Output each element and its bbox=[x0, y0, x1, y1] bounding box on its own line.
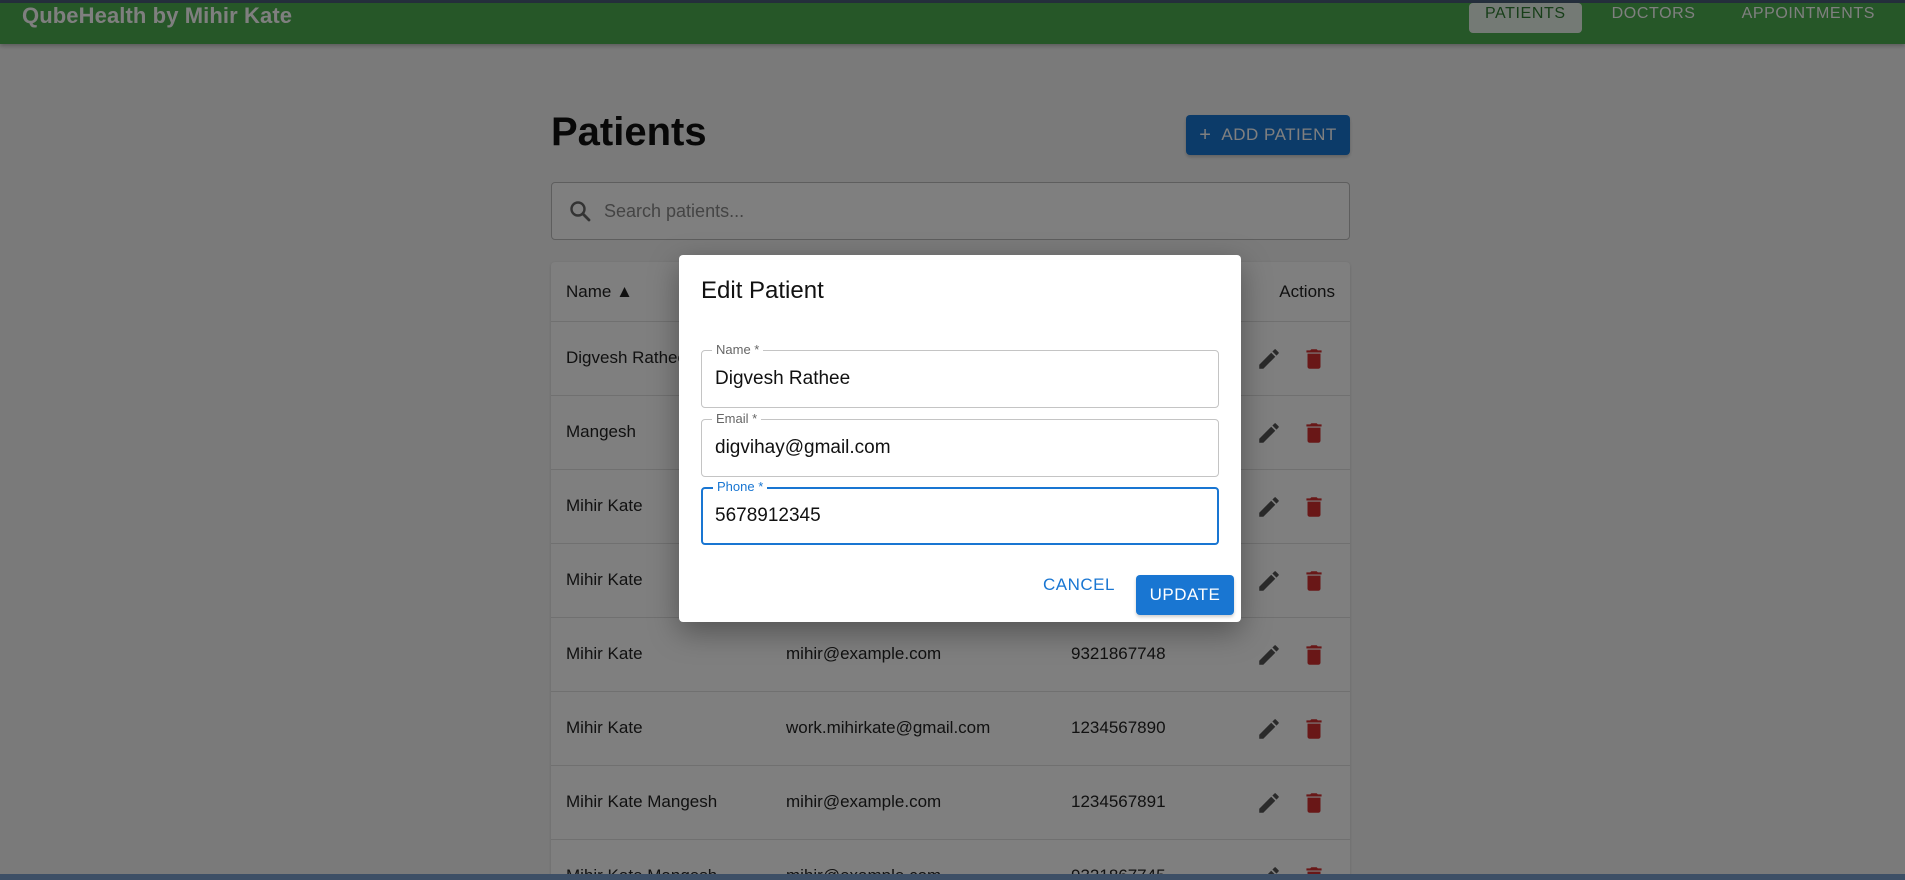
window-bottom-border bbox=[0, 874, 1905, 880]
email-input[interactable] bbox=[715, 437, 1195, 459]
edit-patient-dialog: Edit Patient Name * Email * Phone * CANC… bbox=[679, 255, 1241, 622]
cancel-button[interactable]: CANCEL bbox=[1043, 575, 1115, 595]
phone-field[interactable]: Phone * bbox=[701, 479, 1219, 545]
name-field-label: Name * bbox=[712, 342, 764, 357]
name-field[interactable]: Name * bbox=[701, 342, 1219, 408]
email-field-label: Email * bbox=[712, 411, 762, 426]
dialog-title: Edit Patient bbox=[701, 277, 824, 304]
update-button[interactable]: UPDATE bbox=[1136, 575, 1234, 615]
phone-input[interactable] bbox=[715, 505, 1195, 527]
phone-field-label: Phone * bbox=[713, 479, 768, 494]
name-input[interactable] bbox=[715, 368, 1195, 390]
email-field[interactable]: Email * bbox=[701, 411, 1219, 477]
